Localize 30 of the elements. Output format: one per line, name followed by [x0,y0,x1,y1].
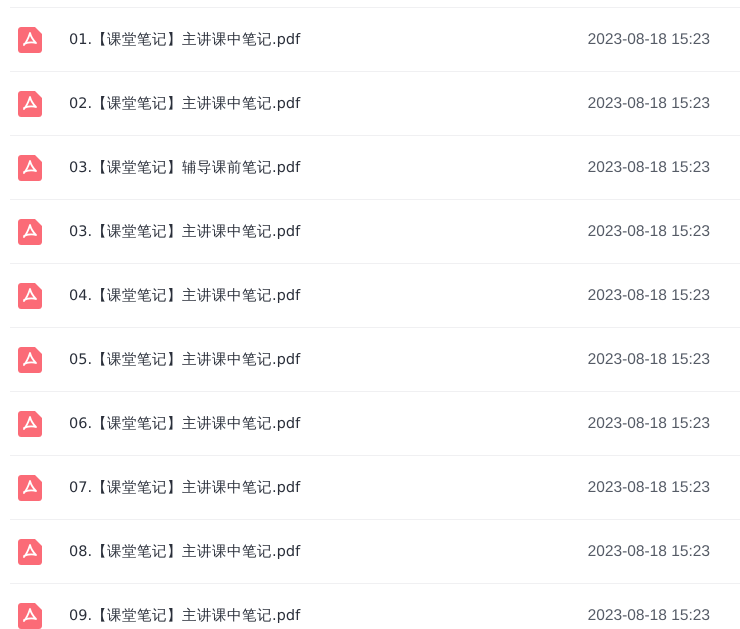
file-date: 2023-08-18 15:23 [588,158,710,176]
file-name[interactable]: 09.【课堂笔记】主讲课中笔记.pdf [69,606,588,625]
pdf-icon [18,602,42,628]
pdf-icon [18,410,42,436]
file-name[interactable]: 03.【课堂笔记】辅导课前笔记.pdf [69,158,588,177]
file-name[interactable]: 06.【课堂笔记】主讲课中笔记.pdf [69,414,588,433]
file-date: 2023-08-18 15:23 [588,606,710,624]
pdf-icon [18,282,42,308]
file-date: 2023-08-18 15:23 [588,350,710,368]
file-date: 2023-08-18 15:23 [588,478,710,496]
file-name[interactable]: 07.【课堂笔记】主讲课中笔记.pdf [69,478,588,497]
file-date: 2023-08-18 15:23 [588,542,710,560]
file-date: 2023-08-18 15:23 [588,414,710,432]
file-name[interactable]: 03.【课堂笔记】主讲课中笔记.pdf [69,222,588,241]
pdf-icon [18,154,42,180]
pdf-icon [18,346,42,372]
pdf-icon [18,26,42,52]
pdf-icon [18,90,42,116]
file-name[interactable]: 04.【课堂笔记】主讲课中笔记.pdf [69,286,588,305]
pdf-icon [18,538,42,564]
file-date: 2023-08-18 15:23 [588,30,710,48]
file-name[interactable]: 02.【课堂笔记】主讲课中笔记.pdf [69,94,588,113]
file-date: 2023-08-18 15:23 [588,286,710,304]
file-date: 2023-08-18 15:23 [588,222,710,240]
file-name[interactable]: 01.【课堂笔记】主讲课中笔记.pdf [69,30,588,49]
pdf-icon [18,218,42,244]
file-name[interactable]: 05.【课堂笔记】主讲课中笔记.pdf [69,350,588,369]
file-date: 2023-08-18 15:23 [588,94,710,112]
file-name[interactable]: 08.【课堂笔记】主讲课中笔记.pdf [69,542,588,561]
pdf-icon [18,474,42,500]
